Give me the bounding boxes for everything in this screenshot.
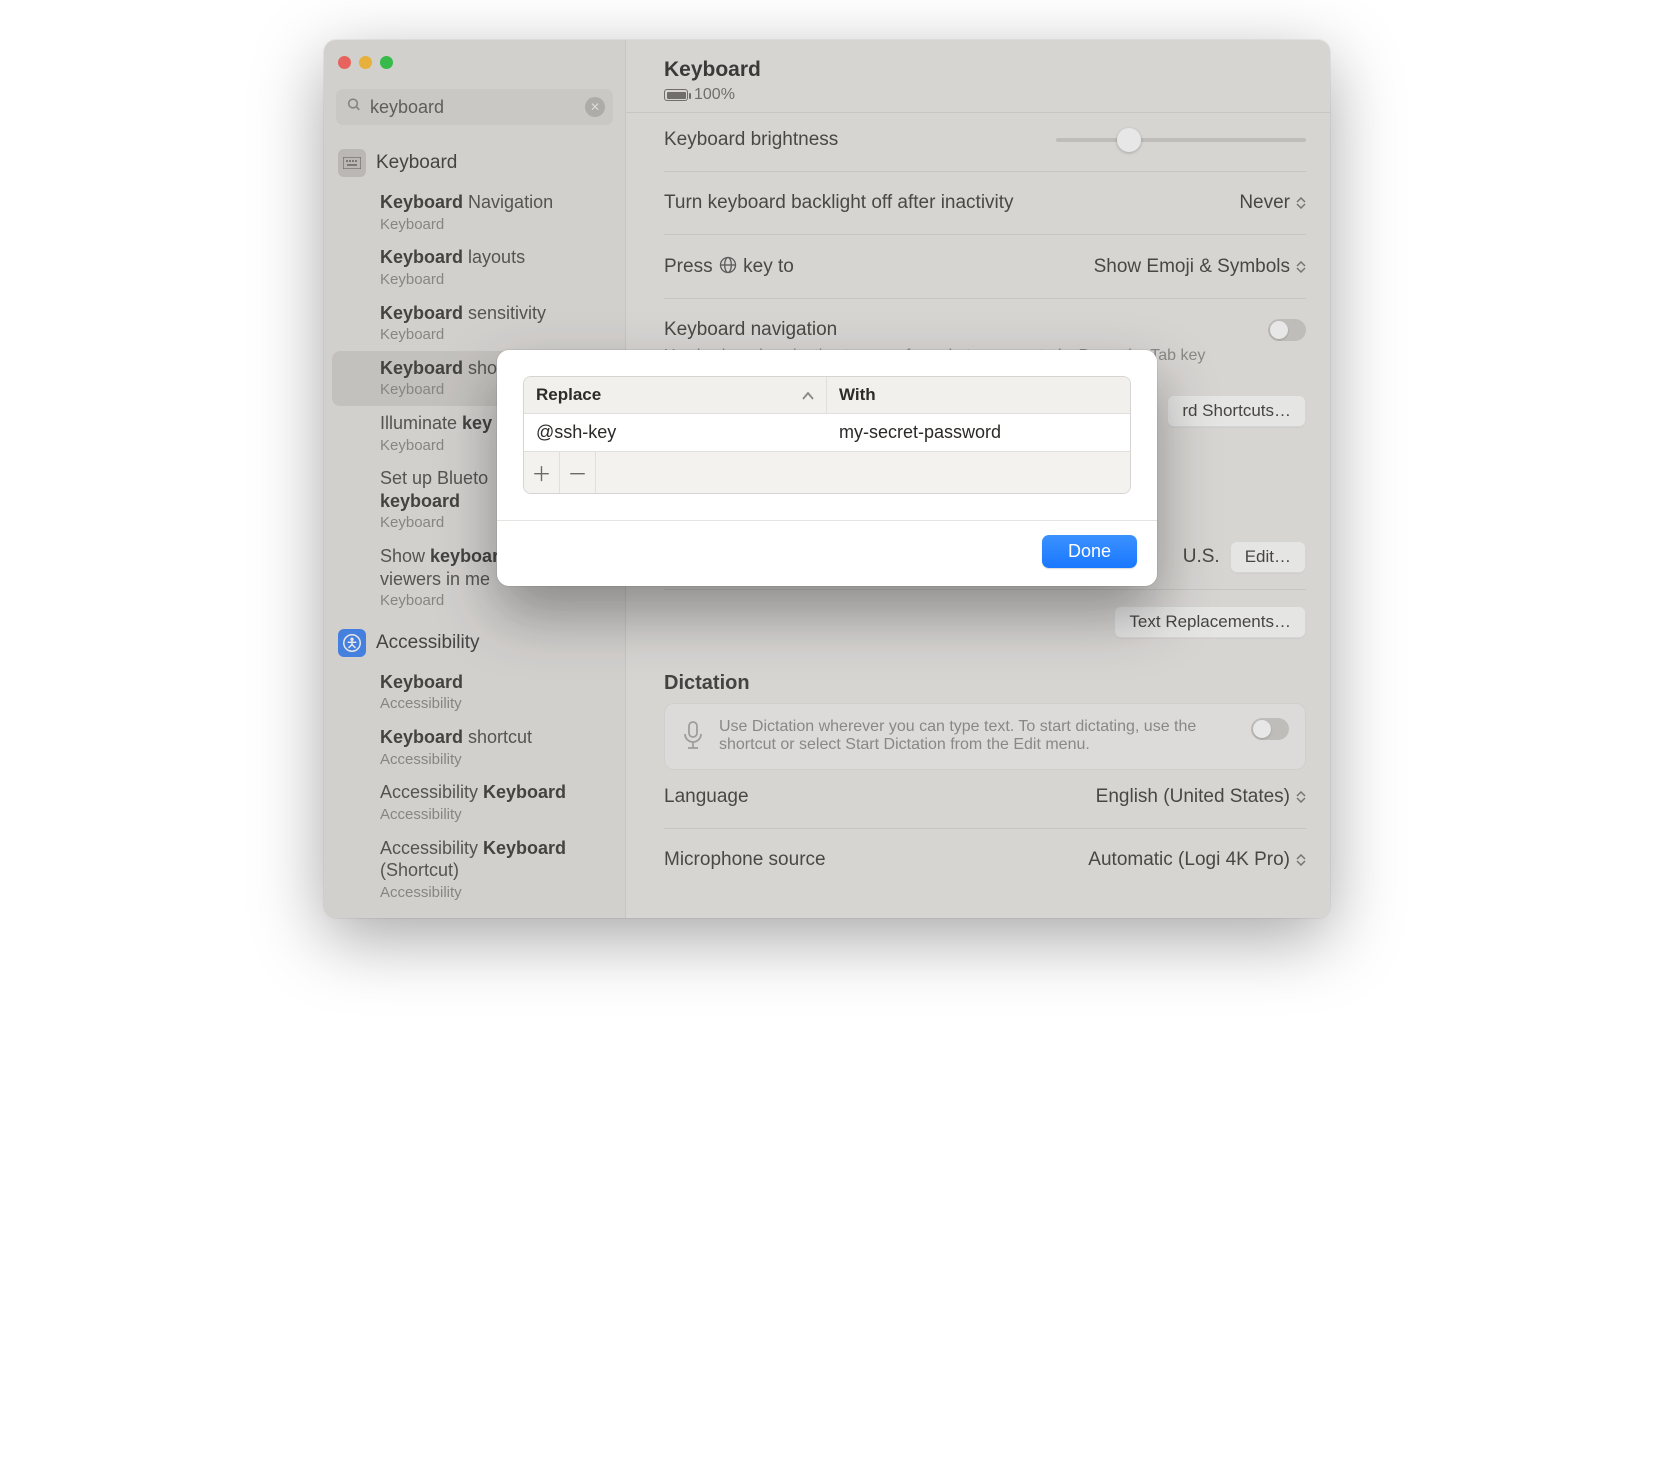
- clear-search-icon[interactable]: ✕: [585, 97, 605, 117]
- sidebar-item-sublabel: Keyboard: [380, 271, 611, 290]
- sidebar-item-label: Keyboard Navigation: [380, 191, 611, 214]
- add-row-button[interactable]: ＋: [524, 452, 560, 493]
- chevron-updown-icon: [1296, 854, 1306, 866]
- sidebar-group-title: Keyboard: [376, 152, 457, 174]
- mic-value: Automatic (Logi 4K Pro): [1088, 849, 1290, 871]
- sidebar-item[interactable]: Accessibility Keyboard(Shortcut) Accessib…: [324, 831, 625, 909]
- language-popup[interactable]: English (United States): [1096, 786, 1306, 808]
- language-label: Language: [664, 786, 1096, 808]
- press-globe-popup[interactable]: Show Emoji & Symbols: [1094, 256, 1306, 278]
- column-header-replace[interactable]: Replace: [524, 377, 827, 413]
- keyboard-shortcuts-button[interactable]: rd Shortcuts…: [1167, 395, 1306, 427]
- brightness-slider-knob[interactable]: [1117, 128, 1141, 152]
- sidebar-group-accessibility[interactable]: Accessibility: [324, 621, 625, 665]
- kb-nav-toggle[interactable]: [1268, 319, 1306, 341]
- sidebar-item-label: Keyboard: [380, 671, 611, 694]
- window-traffic-lights: [324, 40, 625, 79]
- row-language: Language English (United States): [664, 770, 1306, 824]
- row-text-replacements: Text Replacements…: [664, 594, 1306, 650]
- sort-ascending-icon[interactable]: [802, 385, 814, 405]
- brightness-label: Keyboard brightness: [664, 129, 1056, 151]
- zoom-window-dot[interactable]: [380, 56, 393, 69]
- language-value: English (United States): [1096, 786, 1290, 808]
- sidebar-item-sublabel: Accessibility: [380, 751, 611, 770]
- replacements-table: Replace With @ssh-keymy-secret-password …: [523, 376, 1131, 494]
- sidebar-item[interactable]: Keyboard layouts Keyboard: [324, 240, 625, 295]
- sidebar-item-sublabel: Keyboard: [380, 592, 611, 611]
- sidebar-group-keyboard[interactable]: Keyboard: [324, 141, 625, 185]
- remove-row-button[interactable]: －: [560, 452, 596, 493]
- sidebar-item-sublabel: Keyboard: [380, 216, 611, 235]
- row-backlight-off: Turn keyboard backlight off after inacti…: [664, 176, 1306, 230]
- close-window-dot[interactable]: [338, 56, 351, 69]
- mic-label: Microphone source: [664, 849, 1088, 871]
- microphone-icon: [681, 720, 705, 755]
- sidebar-item-sublabel: Keyboard: [380, 326, 611, 345]
- dictation-section-title: Dictation: [664, 672, 1306, 695]
- search-input[interactable]: [336, 89, 613, 125]
- accessibility-icon: [338, 629, 366, 657]
- dictation-desc: Use Dictation wherever you can type text…: [719, 718, 1237, 754]
- sidebar-item-sublabel: Accessibility: [380, 695, 611, 714]
- sidebar-item[interactable]: Keyboard shortcut Accessibility: [324, 720, 625, 775]
- keyboard-icon: [338, 149, 366, 177]
- sidebar-item[interactable]: Keyboard Navigation Keyboard: [324, 185, 625, 240]
- sidebar-item[interactable]: Accessibility Keyboard Accessibility: [324, 775, 625, 830]
- battery-icon: [664, 89, 688, 101]
- backlight-off-popup[interactable]: Never: [1239, 192, 1306, 214]
- row-keyboard-brightness: Keyboard brightness: [664, 113, 1306, 167]
- edit-input-source-button[interactable]: Edit…: [1230, 541, 1306, 573]
- globe-icon: [718, 255, 738, 275]
- search-icon: [346, 97, 362, 118]
- kb-nav-label: Keyboard navigation: [664, 319, 1268, 341]
- dictation-card: Use Dictation wherever you can type text…: [664, 703, 1306, 770]
- mic-popup[interactable]: Automatic (Logi 4K Pro): [1088, 849, 1306, 871]
- cell-replace[interactable]: @ssh-key: [524, 414, 827, 451]
- chevron-updown-icon: [1296, 791, 1306, 803]
- sidebar-item-label: Accessibility Keyboard(Shortcut): [380, 837, 611, 882]
- text-replacements-modal: Replace With @ssh-keymy-secret-password …: [497, 350, 1157, 586]
- sidebar-item-label: Keyboard shortcut: [380, 726, 611, 749]
- sidebar-item-label: Keyboard layouts: [380, 246, 611, 269]
- page-title: Keyboard: [664, 58, 1306, 82]
- press-globe-value: Show Emoji & Symbols: [1094, 256, 1290, 278]
- sidebar-group-title: Accessibility: [376, 632, 479, 654]
- sidebar-item-label: Keyboard sensitivity: [380, 302, 611, 325]
- sidebar-item-label: Accessibility Keyboard: [380, 781, 611, 804]
- cell-with[interactable]: my-secret-password: [827, 414, 1130, 451]
- press-globe-label: Press key to: [664, 255, 1094, 278]
- battery-status: 100%: [664, 86, 1306, 104]
- text-replacements-button[interactable]: Text Replacements…: [1114, 606, 1306, 638]
- table-row[interactable]: @ssh-keymy-secret-password: [524, 414, 1130, 451]
- minimize-window-dot[interactable]: [359, 56, 372, 69]
- column-header-with[interactable]: With: [827, 377, 1130, 413]
- brightness-slider[interactable]: [1056, 138, 1306, 142]
- system-settings-window: ✕ KeyboardKeyboard NavigationKeyboardKey…: [324, 40, 1330, 918]
- done-button[interactable]: Done: [1042, 535, 1137, 568]
- chevron-updown-icon: [1296, 197, 1306, 209]
- battery-percent: 100%: [694, 86, 735, 104]
- input-source-value: U.S.: [1183, 546, 1220, 568]
- chevron-updown-icon: [1296, 261, 1306, 273]
- dictation-toggle[interactable]: [1251, 718, 1289, 740]
- row-mic-source: Microphone source Automatic (Logi 4K Pro…: [664, 833, 1306, 887]
- backlight-off-label: Turn keyboard backlight off after inacti…: [664, 192, 1239, 214]
- sidebar-item[interactable]: KeyboardAccessibility: [324, 665, 625, 720]
- sidebar-item[interactable]: Keyboard sensitivityKeyboard: [324, 296, 625, 351]
- row-press-globe: Press key to Show Emoji & Symbols: [664, 239, 1306, 294]
- backlight-off-value: Never: [1239, 192, 1290, 214]
- main-header: Keyboard 100%: [626, 40, 1330, 113]
- sidebar-item-sublabel: Accessibility: [380, 806, 611, 825]
- search-wrap: ✕: [336, 89, 613, 125]
- sidebar-item-sublabel: Accessibility: [380, 884, 611, 903]
